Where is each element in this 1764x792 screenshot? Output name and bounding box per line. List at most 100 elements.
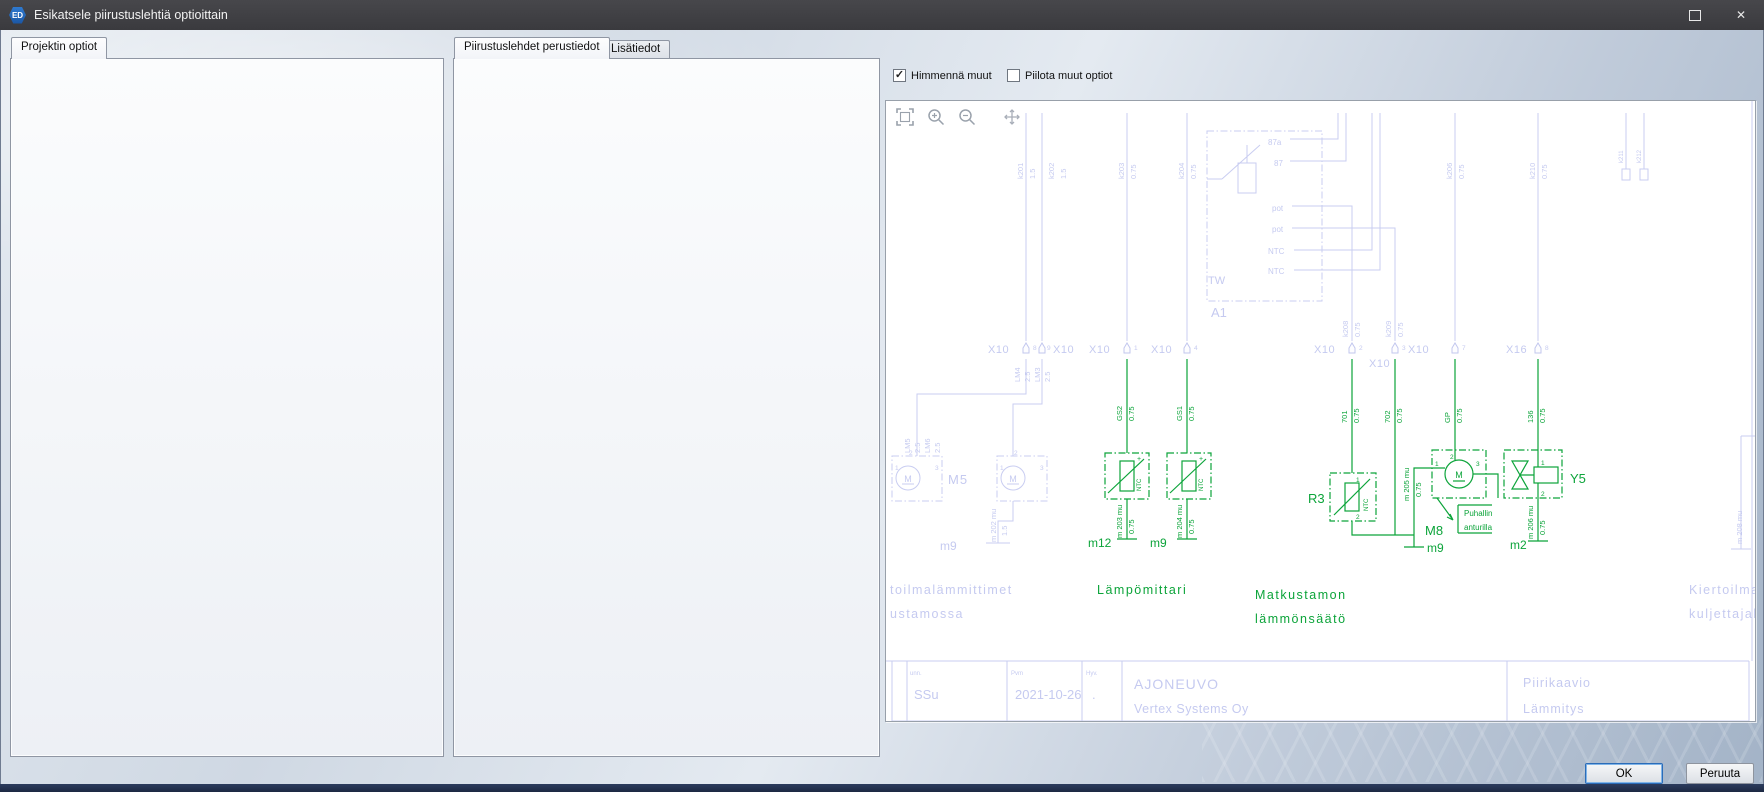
svg-text:m 204 mu: m 204 mu <box>1175 505 1184 538</box>
svg-text:m9: m9 <box>1427 541 1444 555</box>
svg-text:m2: m2 <box>1510 538 1527 552</box>
svg-text:1: 1 <box>895 465 899 472</box>
tab-piirustuslehdet-perustiedot[interactable]: Piirustuslehdet perustiedot <box>454 37 610 59</box>
svg-text:NTC: NTC <box>1268 247 1285 256</box>
svg-text:m 203 mu: m 203 mu <box>1115 505 1124 538</box>
svg-text:0.75: 0.75 <box>1187 406 1196 421</box>
svg-text:unn.: unn. <box>910 671 922 677</box>
svg-text:kuljettajall: kuljettajall <box>1689 607 1755 621</box>
svg-text:0.75: 0.75 <box>1352 408 1361 423</box>
svg-text:1: 1 <box>1435 461 1439 468</box>
dim-others-label: Himmennä muut <box>911 70 992 82</box>
svg-text:m9: m9 <box>940 539 957 553</box>
svg-text:0.75: 0.75 <box>1540 164 1549 179</box>
svg-text:1.5: 1.5 <box>1000 526 1009 536</box>
tab-projektin-optiot[interactable]: Projektin optiot <box>11 37 107 59</box>
svg-text:m9: m9 <box>1150 536 1167 550</box>
svg-text:2: 2 <box>1541 491 1545 498</box>
dim-others-checkbox[interactable]: ✓ Himmennä muut <box>893 69 992 82</box>
close-icon: ✕ <box>1736 8 1746 22</box>
svg-text:Pvm: Pvm <box>1011 671 1023 677</box>
svg-text:2.5: 2.5 <box>933 443 942 453</box>
title-bar: ED Esikatsele piirustuslehtiä optioittai… <box>0 0 1764 30</box>
svg-text:Lämmitys: Lämmitys <box>1523 702 1584 716</box>
svg-text:4: 4 <box>1194 345 1198 352</box>
left-panel <box>10 58 444 757</box>
zoom-in-icon[interactable] <box>925 106 947 128</box>
svg-text:A1: A1 <box>1211 305 1227 320</box>
svg-text:k202: k202 <box>1047 163 1056 179</box>
svg-text:1.5: 1.5 <box>1028 169 1037 179</box>
drawing-preview-canvas[interactable]: k2011.5k2021.5k2030.75k2040.75k2060.75k2… <box>885 100 1756 722</box>
svg-text:0.75: 0.75 <box>1189 164 1198 179</box>
svg-text:0.75: 0.75 <box>1395 408 1404 423</box>
svg-text:X16: X16 <box>1506 344 1527 356</box>
svg-text:X10: X10 <box>988 344 1009 356</box>
svg-text:k201: k201 <box>1016 163 1025 179</box>
svg-text:0.75: 0.75 <box>1414 482 1423 497</box>
svg-text:toilmalämmittimet: toilmalämmittimet <box>890 583 1013 597</box>
hide-other-options-label: Piilota muut optiot <box>1025 70 1112 82</box>
svg-text:3: 3 <box>935 465 939 472</box>
svg-text:X10: X10 <box>1151 344 1172 356</box>
svg-text:GS2: GS2 <box>1115 406 1124 421</box>
svg-text:0.75: 0.75 <box>1353 322 1362 337</box>
svg-text:2: 2 <box>909 450 913 457</box>
svg-text:0.75: 0.75 <box>1187 519 1196 534</box>
svg-text:0.75: 0.75 <box>1457 164 1466 179</box>
maximize-button[interactable] <box>1672 0 1718 30</box>
svg-text:AJONEUVO: AJONEUVO <box>1134 676 1219 692</box>
svg-text:NTC: NTC <box>1199 478 1205 491</box>
svg-text:136: 136 <box>1526 410 1535 423</box>
cancel-button[interactable]: Peruuta <box>1686 763 1754 784</box>
hide-other-options-checkbox[interactable]: Piilota muut optiot <box>1007 69 1112 82</box>
svg-text:Hyv.: Hyv. <box>1086 671 1098 677</box>
pan-icon[interactable] <box>1001 106 1023 128</box>
svg-text:87: 87 <box>1274 159 1283 168</box>
zoom-out-icon[interactable] <box>956 106 978 128</box>
svg-text:k212: k212 <box>1637 149 1643 163</box>
svg-text:1: 1 <box>1134 345 1138 352</box>
close-button[interactable]: ✕ <box>1718 0 1764 30</box>
svg-text:8: 8 <box>1545 345 1549 352</box>
svg-text:X10: X10 <box>1053 344 1074 356</box>
svg-text:M8: M8 <box>1425 523 1443 538</box>
svg-text:LM4: LM4 <box>1013 367 1022 382</box>
svg-text:0.75: 0.75 <box>1129 164 1138 179</box>
tab-lisatiedot[interactable]: Lisätiedot <box>601 40 670 58</box>
svg-text:2021-10-26: 2021-10-26 <box>1015 687 1082 702</box>
svg-text:k210: k210 <box>1528 163 1537 179</box>
svg-text:2: 2 <box>1450 454 1454 461</box>
svg-text:anturilla: anturilla <box>1464 523 1493 532</box>
ok-button[interactable]: OK <box>1585 763 1663 784</box>
svg-text:Puhallin: Puhallin <box>1464 509 1492 518</box>
maximize-icon <box>1689 10 1701 21</box>
svg-text:lämmönsäätö: lämmönsäätö <box>1255 612 1347 626</box>
svg-text:Matkustamon: Matkustamon <box>1255 588 1347 602</box>
svg-text:8: 8 <box>1033 345 1037 352</box>
middle-panel <box>453 58 880 757</box>
app-icon: ED <box>9 7 26 24</box>
svg-text:X10: X10 <box>1408 344 1429 356</box>
svg-text:.: . <box>1092 687 1096 702</box>
svg-text:2: 2 <box>1014 450 1018 457</box>
svg-text:GP: GP <box>1443 412 1452 423</box>
svg-text:M: M <box>1455 470 1463 480</box>
schematic-drawing: k2011.5k2021.5k2030.75k2040.75k2060.75k2… <box>886 101 1755 721</box>
svg-text:+: + <box>1199 456 1203 463</box>
svg-text:X10: X10 <box>1089 344 1110 356</box>
bottom-edge <box>0 784 1764 792</box>
fit-view-icon[interactable] <box>894 106 916 128</box>
svg-text:NTC: NTC <box>1268 267 1285 276</box>
svg-text:701: 701 <box>1340 410 1349 423</box>
svg-text:pot: pot <box>1272 225 1284 234</box>
dialog-window: ED Esikatsele piirustuslehtiä optioittai… <box>0 0 1764 792</box>
svg-text:0.75: 0.75 <box>1455 408 1464 423</box>
svg-text:Vertex Systems Oy: Vertex Systems Oy <box>1134 702 1249 716</box>
checkbox-checked-icon: ✓ <box>893 69 906 82</box>
svg-text:LM3: LM3 <box>1033 367 1042 382</box>
svg-text:3: 3 <box>1402 345 1406 352</box>
svg-text:702: 702 <box>1383 410 1392 423</box>
svg-text:1: 1 <box>1356 477 1360 484</box>
svg-text:2.5: 2.5 <box>1023 372 1032 382</box>
